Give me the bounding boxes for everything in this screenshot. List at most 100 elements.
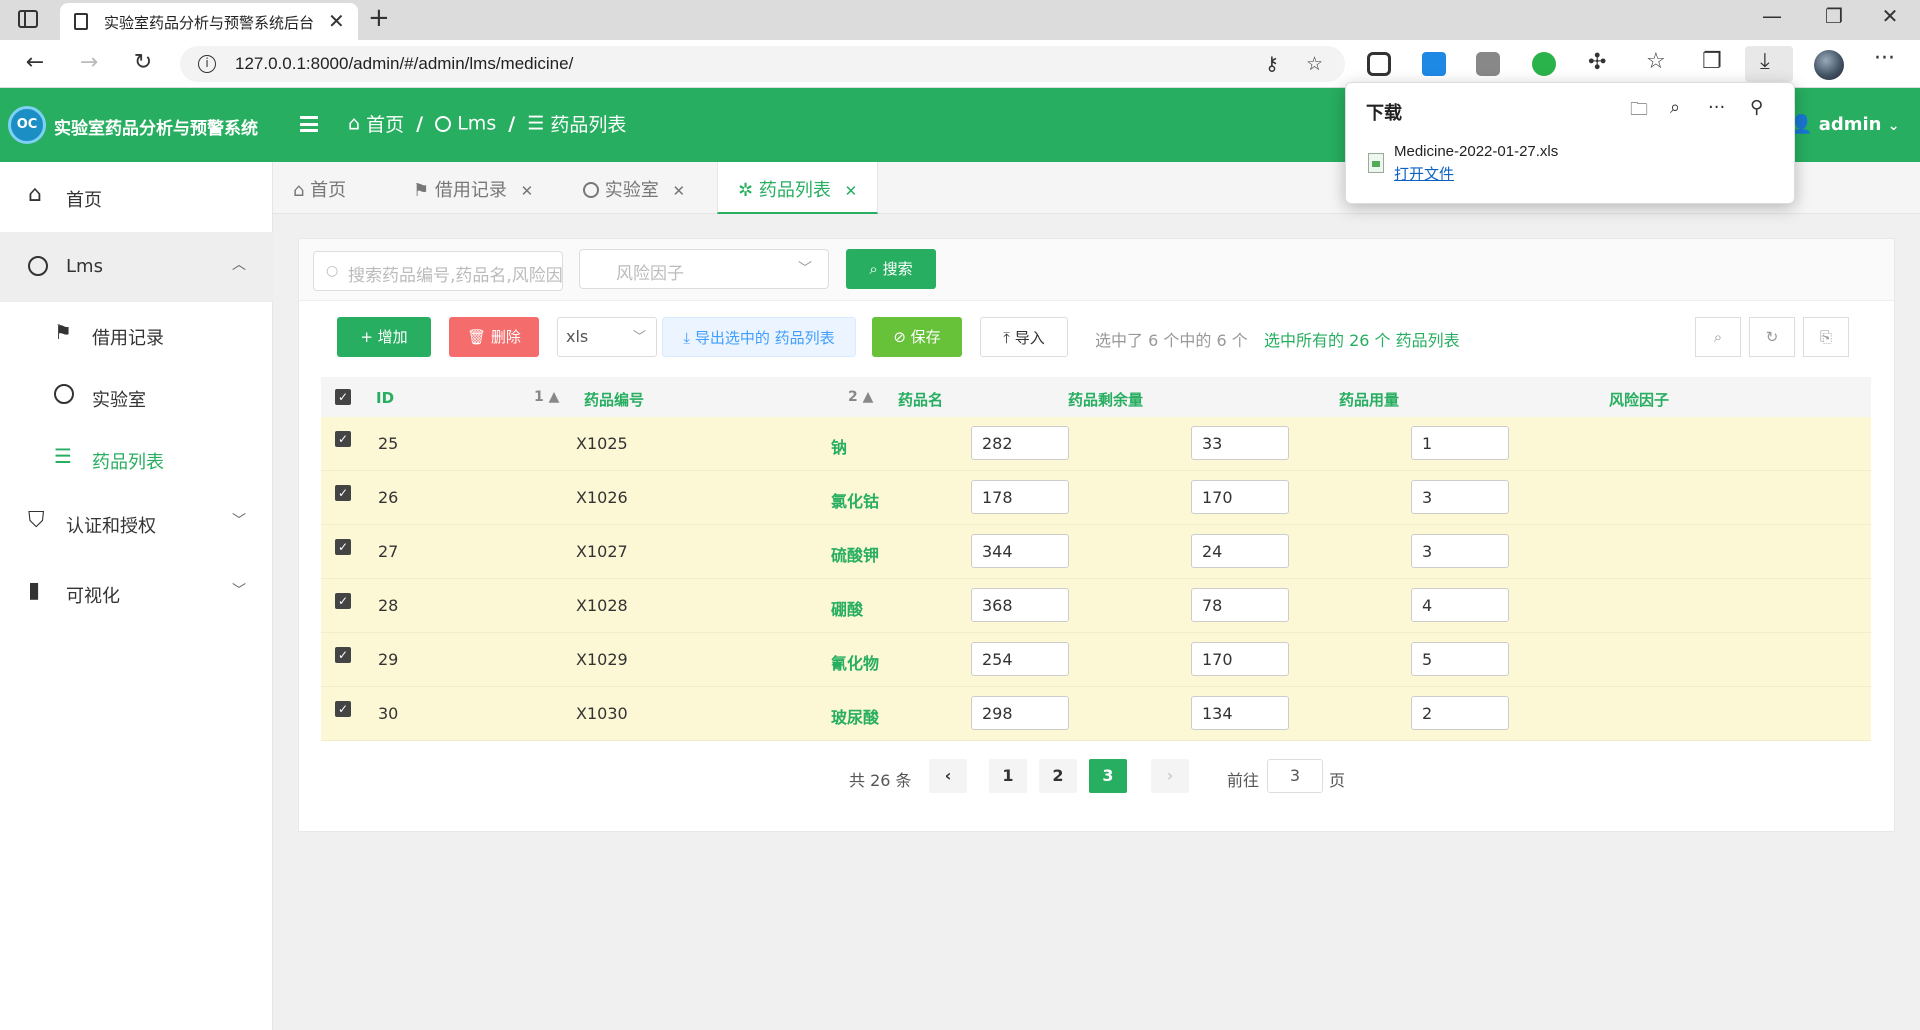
next-page-button[interactable]: ›: [1151, 759, 1189, 793]
tab-home[interactable]: ⌂ 首页: [273, 162, 366, 214]
sidebar-item-home[interactable]: ⌂ 首页: [0, 162, 273, 232]
breadcrumb-lms[interactable]: Lms: [457, 113, 496, 135]
sidebar-item-medicine-list[interactable]: ☰ 药品列表: [0, 426, 273, 488]
game-extension-icon[interactable]: [1476, 52, 1500, 76]
tab-actions-icon[interactable]: [18, 10, 38, 28]
tab-borrow-records[interactable]: ⚑ 借用记录 ✕: [393, 162, 553, 214]
more-options-icon[interactable]: ···: [1874, 46, 1895, 71]
profile-avatar[interactable]: [1814, 50, 1844, 80]
extensions-puzzle-icon[interactable]: ✣: [1588, 50, 1606, 75]
column-code[interactable]: 药品编号: [584, 389, 644, 410]
risk-factor-select[interactable]: 风险因子 ﹀: [579, 249, 829, 289]
tab-close-icon[interactable]: ✕: [672, 182, 685, 200]
back-icon[interactable]: ←: [20, 50, 50, 75]
restore-button[interactable]: ❐: [1814, 4, 1854, 28]
select-all-checkbox[interactable]: ✓: [335, 389, 351, 405]
cell-name-link[interactable]: 硼酸: [831, 596, 863, 620]
export-icon[interactable]: ⎘: [1803, 317, 1849, 357]
risk-input[interactable]: 2: [1411, 696, 1509, 730]
column-name[interactable]: 药品名: [898, 389, 943, 410]
usage-input[interactable]: 24: [1191, 534, 1289, 568]
pin-icon[interactable]: ⚲: [1750, 97, 1763, 118]
prev-page-button[interactable]: ‹: [929, 759, 967, 793]
open-file-link[interactable]: 打开文件: [1394, 163, 1454, 184]
export-button[interactable]: ⤓ 导出选中的 药品列表: [662, 317, 856, 357]
minimize-button[interactable]: —: [1752, 4, 1792, 28]
download-filename[interactable]: Medicine-2022-01-27.xls: [1394, 143, 1558, 160]
refresh-icon[interactable]: ↻: [1749, 317, 1795, 357]
sort-indicator[interactable]: 2 ▲: [848, 389, 873, 405]
remaining-input[interactable]: 368: [971, 588, 1069, 622]
menu-toggle-icon[interactable]: [300, 116, 318, 132]
site-info-icon[interactable]: i: [198, 55, 216, 73]
usage-input[interactable]: 170: [1191, 642, 1289, 676]
row-checkbox[interactable]: ✓: [335, 539, 351, 555]
search-button[interactable]: ⌕ 搜索: [846, 249, 936, 289]
export-format-select[interactable]: xls ﹀: [557, 317, 657, 357]
tab-close-icon[interactable]: ✕: [328, 9, 345, 33]
page-button[interactable]: 1: [989, 759, 1027, 793]
sort-indicator[interactable]: 1 ▲: [534, 389, 559, 405]
row-checkbox[interactable]: ✓: [335, 593, 351, 609]
address-bar[interactable]: i 127.0.0.1:8000/admin/#/admin/lms/medic…: [180, 46, 1345, 82]
risk-input[interactable]: 5: [1411, 642, 1509, 676]
more-icon[interactable]: ···: [1708, 97, 1725, 118]
add-favorite-icon[interactable]: ☆: [1306, 53, 1323, 75]
folder-icon[interactable]: 🗀: [1630, 97, 1648, 127]
cell-name-link[interactable]: 硫酸钾: [831, 542, 879, 566]
column-id[interactable]: ID: [376, 389, 394, 407]
search-input[interactable]: ○ 搜索药品编号,药品名,风险因子: [313, 251, 563, 291]
tab-medicine-list[interactable]: ✲ 药品列表 ✕: [717, 162, 879, 214]
tab-close-icon[interactable]: ✕: [521, 182, 534, 200]
remaining-input[interactable]: 178: [971, 480, 1069, 514]
user-menu[interactable]: 👤 admin ⌄: [1790, 114, 1900, 135]
breadcrumb-home[interactable]: 首页: [366, 114, 404, 136]
download-icon[interactable]: ⤓: [1760, 49, 1770, 74]
risk-input[interactable]: 1: [1411, 426, 1509, 460]
forward-icon[interactable]: →: [74, 50, 104, 75]
risk-input[interactable]: 3: [1411, 480, 1509, 514]
row-checkbox[interactable]: ✓: [335, 485, 351, 501]
sidebar-item-lms[interactable]: Lms ︿: [0, 232, 273, 302]
cell-name-link[interactable]: 氰化物: [831, 650, 879, 674]
remaining-input[interactable]: 344: [971, 534, 1069, 568]
remaining-input[interactable]: 254: [971, 642, 1069, 676]
row-checkbox[interactable]: ✓: [335, 431, 351, 447]
close-window-button[interactable]: ✕: [1870, 4, 1910, 28]
page-button[interactable]: 2: [1039, 759, 1077, 793]
sidebar-item-laboratory[interactable]: 实验室: [0, 364, 273, 426]
page-button-current[interactable]: 3: [1089, 759, 1127, 793]
risk-input[interactable]: 3: [1411, 534, 1509, 568]
cell-name-link[interactable]: 钠: [831, 434, 847, 458]
app-title[interactable]: 实验室药品分析与预警系统: [54, 114, 258, 139]
extension-icon[interactable]: [1367, 52, 1391, 76]
browser-tab[interactable]: 实验室药品分析与预警系统后台 ✕: [60, 3, 358, 40]
row-checkbox[interactable]: ✓: [335, 701, 351, 717]
usage-input[interactable]: 134: [1191, 696, 1289, 730]
import-button[interactable]: ⤒ 导入: [980, 317, 1068, 357]
remaining-input[interactable]: 282: [971, 426, 1069, 460]
tab-laboratory[interactable]: 实验室 ✕: [563, 162, 705, 214]
tab-close-icon[interactable]: ✕: [845, 182, 858, 200]
column-remaining[interactable]: 药品剩余量: [1068, 389, 1143, 410]
goto-page-input[interactable]: 3: [1267, 759, 1323, 793]
search-toggle-icon[interactable]: ⌕: [1695, 317, 1741, 357]
column-risk[interactable]: 风险因子: [1609, 389, 1669, 410]
favorites-icon[interactable]: ☆: [1646, 49, 1666, 74]
sidebar-item-visualization[interactable]: ▮ 可视化 ﹀: [0, 558, 273, 628]
cell-name-link[interactable]: 氯化钴: [831, 488, 879, 512]
risk-input[interactable]: 4: [1411, 588, 1509, 622]
cell-name-link[interactable]: 玻尿酸: [831, 704, 879, 728]
refresh-icon[interactable]: ↻: [128, 50, 158, 75]
remaining-input[interactable]: 298: [971, 696, 1069, 730]
delete-button[interactable]: 🗑 删除: [449, 317, 539, 357]
eye-extension-icon[interactable]: [1532, 52, 1556, 76]
url-text[interactable]: 127.0.0.1:8000/admin/#/admin/lms/medicin…: [235, 54, 573, 74]
new-tab-button[interactable]: +: [368, 3, 390, 33]
search-icon[interactable]: ⌕: [1670, 97, 1680, 118]
collections-icon[interactable]: ❐: [1702, 49, 1722, 74]
select-all-link[interactable]: 选中所有的 26 个 药品列表: [1264, 327, 1460, 351]
usage-input[interactable]: 33: [1191, 426, 1289, 460]
key-icon[interactable]: ⚷: [1265, 53, 1279, 75]
column-usage[interactable]: 药品用量: [1339, 389, 1399, 410]
